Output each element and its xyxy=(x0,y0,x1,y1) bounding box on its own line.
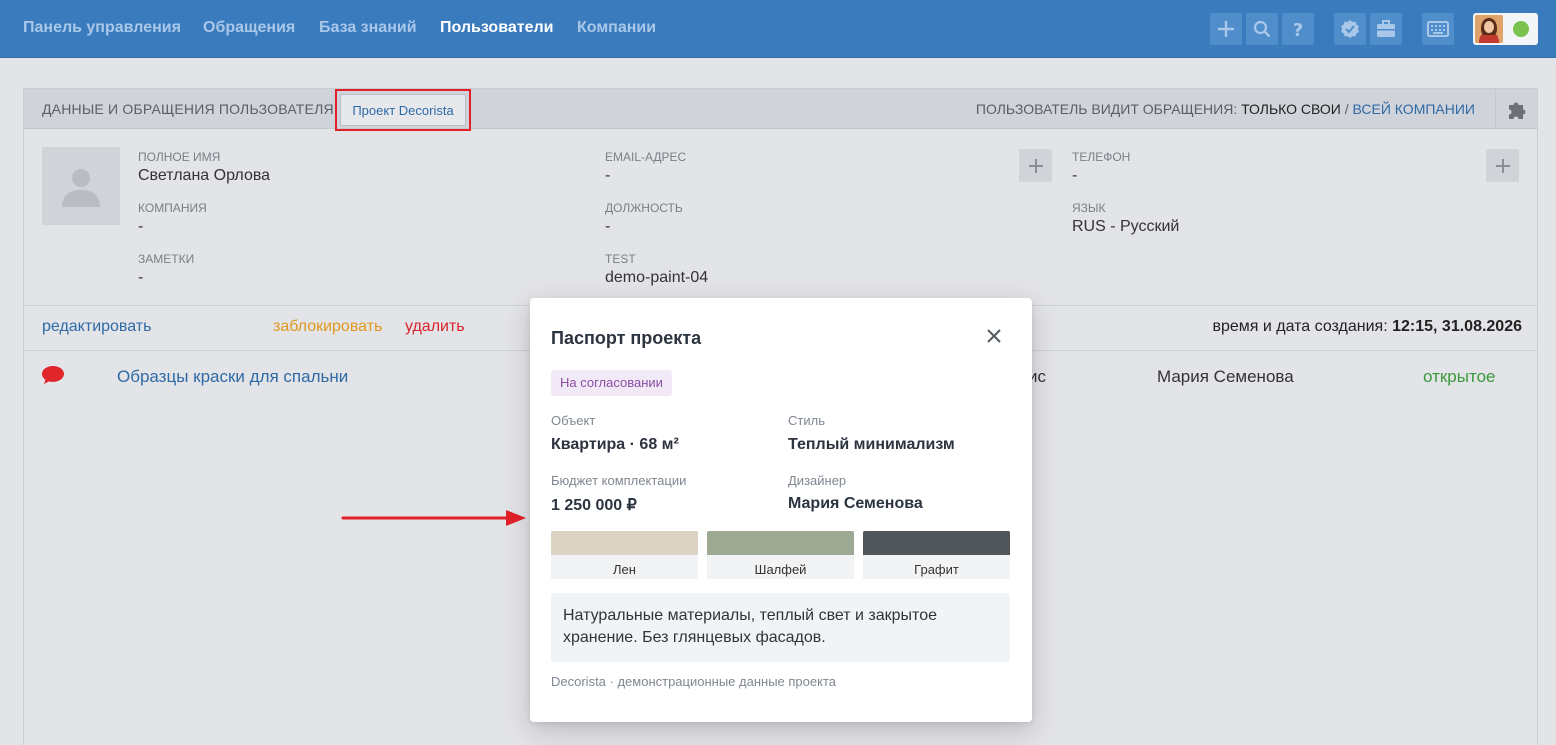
designer-label: Дизайнер xyxy=(788,473,847,488)
language-value: RUS - Русский xyxy=(1072,218,1180,235)
swatch-color-chip xyxy=(707,531,854,555)
full-name-label: ПОЛНОЕ ИМЯ xyxy=(138,150,221,164)
nav-dashboard[interactable]: Панель управления xyxy=(23,19,181,37)
plus-icon xyxy=(1028,158,1043,173)
block-link[interactable]: заблокировать xyxy=(273,318,382,336)
briefcase-button[interactable] xyxy=(1370,13,1402,45)
puzzle-icon xyxy=(1508,102,1525,119)
user-silhouette-icon xyxy=(62,169,100,207)
nav-knowledge-base[interactable]: База знаний xyxy=(319,19,417,37)
designer-value: Мария Семенова xyxy=(788,495,923,512)
svg-text:?: ? xyxy=(1293,20,1303,39)
keyboard-icon xyxy=(1427,21,1449,37)
close-button[interactable] xyxy=(982,324,1006,348)
phone-value: - xyxy=(1072,167,1078,184)
position-label: ДОЛЖНОСТЬ xyxy=(605,201,683,215)
budget-label: Бюджет комплектации xyxy=(551,473,687,488)
visibility-current[interactable]: ТОЛЬКО СВОИ xyxy=(1241,101,1341,117)
add-email-button[interactable] xyxy=(1019,149,1052,182)
company-value: - xyxy=(138,218,144,235)
pointer-arrow-icon xyxy=(341,510,526,526)
email-label: EMAIL-АДРЕС xyxy=(605,150,687,164)
user-photo-placeholder xyxy=(42,147,120,225)
nav-users[interactable]: Пользователи xyxy=(440,19,553,37)
panel-header: ДАННЫЕ И ОБРАЩЕНИЯ ПОЛЬЗОВАТЕЛЯ Проект D… xyxy=(24,89,1537,131)
plus-icon xyxy=(1495,158,1510,173)
modal-footer-text: Decorista · демонстрационные данные прое… xyxy=(551,674,836,689)
search-icon xyxy=(1253,20,1271,38)
swatch-name: Лен xyxy=(613,562,636,577)
nav-companies[interactable]: Компании xyxy=(577,19,656,37)
online-status-dot xyxy=(1513,21,1529,37)
visibility-setting: ПОЛЬЗОВАТЕЛЬ ВИДИТ ОБРАЩЕНИЯ: ТОЛЬКО СВО… xyxy=(976,101,1475,117)
swatch-name: Шалфей xyxy=(754,562,807,577)
test-value: demo-paint-04 xyxy=(605,269,709,286)
swatch-name: Графит xyxy=(914,562,959,577)
full-name-value: Светлана Орлова xyxy=(138,167,271,184)
style-value: Теплый минимализм xyxy=(788,436,955,453)
plus-icon xyxy=(1218,21,1234,37)
help-icon: ? xyxy=(1293,20,1303,39)
email-value: - xyxy=(605,167,611,184)
project-note: Натуральные материалы, теплый свет и зак… xyxy=(551,593,1010,662)
edit-link[interactable]: редактировать xyxy=(42,318,151,336)
style-label: Стиль xyxy=(788,413,825,428)
position-value: - xyxy=(605,218,611,235)
user-portrait-icon xyxy=(1475,15,1503,43)
test-label: TEST xyxy=(605,252,636,266)
company-label: КОМПАНИЯ xyxy=(138,201,207,215)
plugins-button[interactable] xyxy=(1495,89,1537,129)
help-button[interactable]: ? xyxy=(1282,13,1314,45)
visibility-label: ПОЛЬЗОВАТЕЛЬ ВИДИТ ОБРАЩЕНИЯ: xyxy=(975,101,1238,117)
ticket-title-link[interactable]: Образцы краски для спальни xyxy=(117,367,348,387)
color-swatch[interactable]: Лен xyxy=(551,531,698,579)
add-button[interactable] xyxy=(1210,13,1242,45)
briefcase-icon xyxy=(1377,20,1395,37)
top-navigation-bar: Панель управления Обращения База знаний … xyxy=(0,0,1556,58)
notes-value: - xyxy=(138,269,144,286)
notes-label: ЗАМЕТКИ xyxy=(138,252,195,266)
created-value: 12:15, 31.08.2026 xyxy=(1392,318,1522,335)
panel-title: ДАННЫЕ И ОБРАЩЕНИЯ ПОЛЬЗОВАТЕЛЯ xyxy=(42,101,334,117)
budget-value: 1 250 000 ₽ xyxy=(551,497,637,514)
ticket-assignee: Мария Семенова xyxy=(1157,367,1294,386)
swatch-color-chip xyxy=(551,531,698,555)
color-swatch[interactable]: Шалфей xyxy=(707,531,854,579)
ticket-status: открытое xyxy=(1423,367,1496,386)
keyboard-button[interactable] xyxy=(1422,13,1454,45)
swatch-color-chip xyxy=(863,531,1010,555)
status-badge: На согласовании xyxy=(551,370,672,396)
verified-icon xyxy=(1341,20,1359,38)
object-value: Квартира · 68 м² xyxy=(551,436,679,453)
avatar xyxy=(1475,15,1503,43)
add-phone-button[interactable] xyxy=(1486,149,1519,182)
search-button[interactable] xyxy=(1246,13,1278,45)
delete-link[interactable]: удалить xyxy=(405,318,465,336)
created-label: время и дата создания: xyxy=(1212,318,1388,335)
verified-button[interactable] xyxy=(1334,13,1366,45)
nav-tickets[interactable]: Обращения xyxy=(203,19,295,37)
created-datetime: время и дата создания: 12:15, 31.08.2026 xyxy=(1212,318,1522,336)
phone-label: ТЕЛЕФОН xyxy=(1072,150,1131,164)
modal-title: Паспорт проекта xyxy=(551,328,702,348)
project-tag-button[interactable]: Проект Decorista xyxy=(340,94,466,126)
project-passport-modal: Паспорт проекта На согласовании Объект К… xyxy=(530,298,1032,722)
object-label: Объект xyxy=(551,413,596,428)
color-swatch[interactable]: Графит xyxy=(863,531,1010,579)
chat-bubble-icon xyxy=(42,366,64,384)
visibility-separator: / xyxy=(1344,101,1349,117)
close-icon xyxy=(987,329,1001,343)
visibility-company-link[interactable]: ВСЕЙ КОМПАНИИ xyxy=(1353,101,1475,117)
language-label: ЯЗЫК xyxy=(1072,201,1106,215)
user-menu[interactable] xyxy=(1473,13,1538,45)
